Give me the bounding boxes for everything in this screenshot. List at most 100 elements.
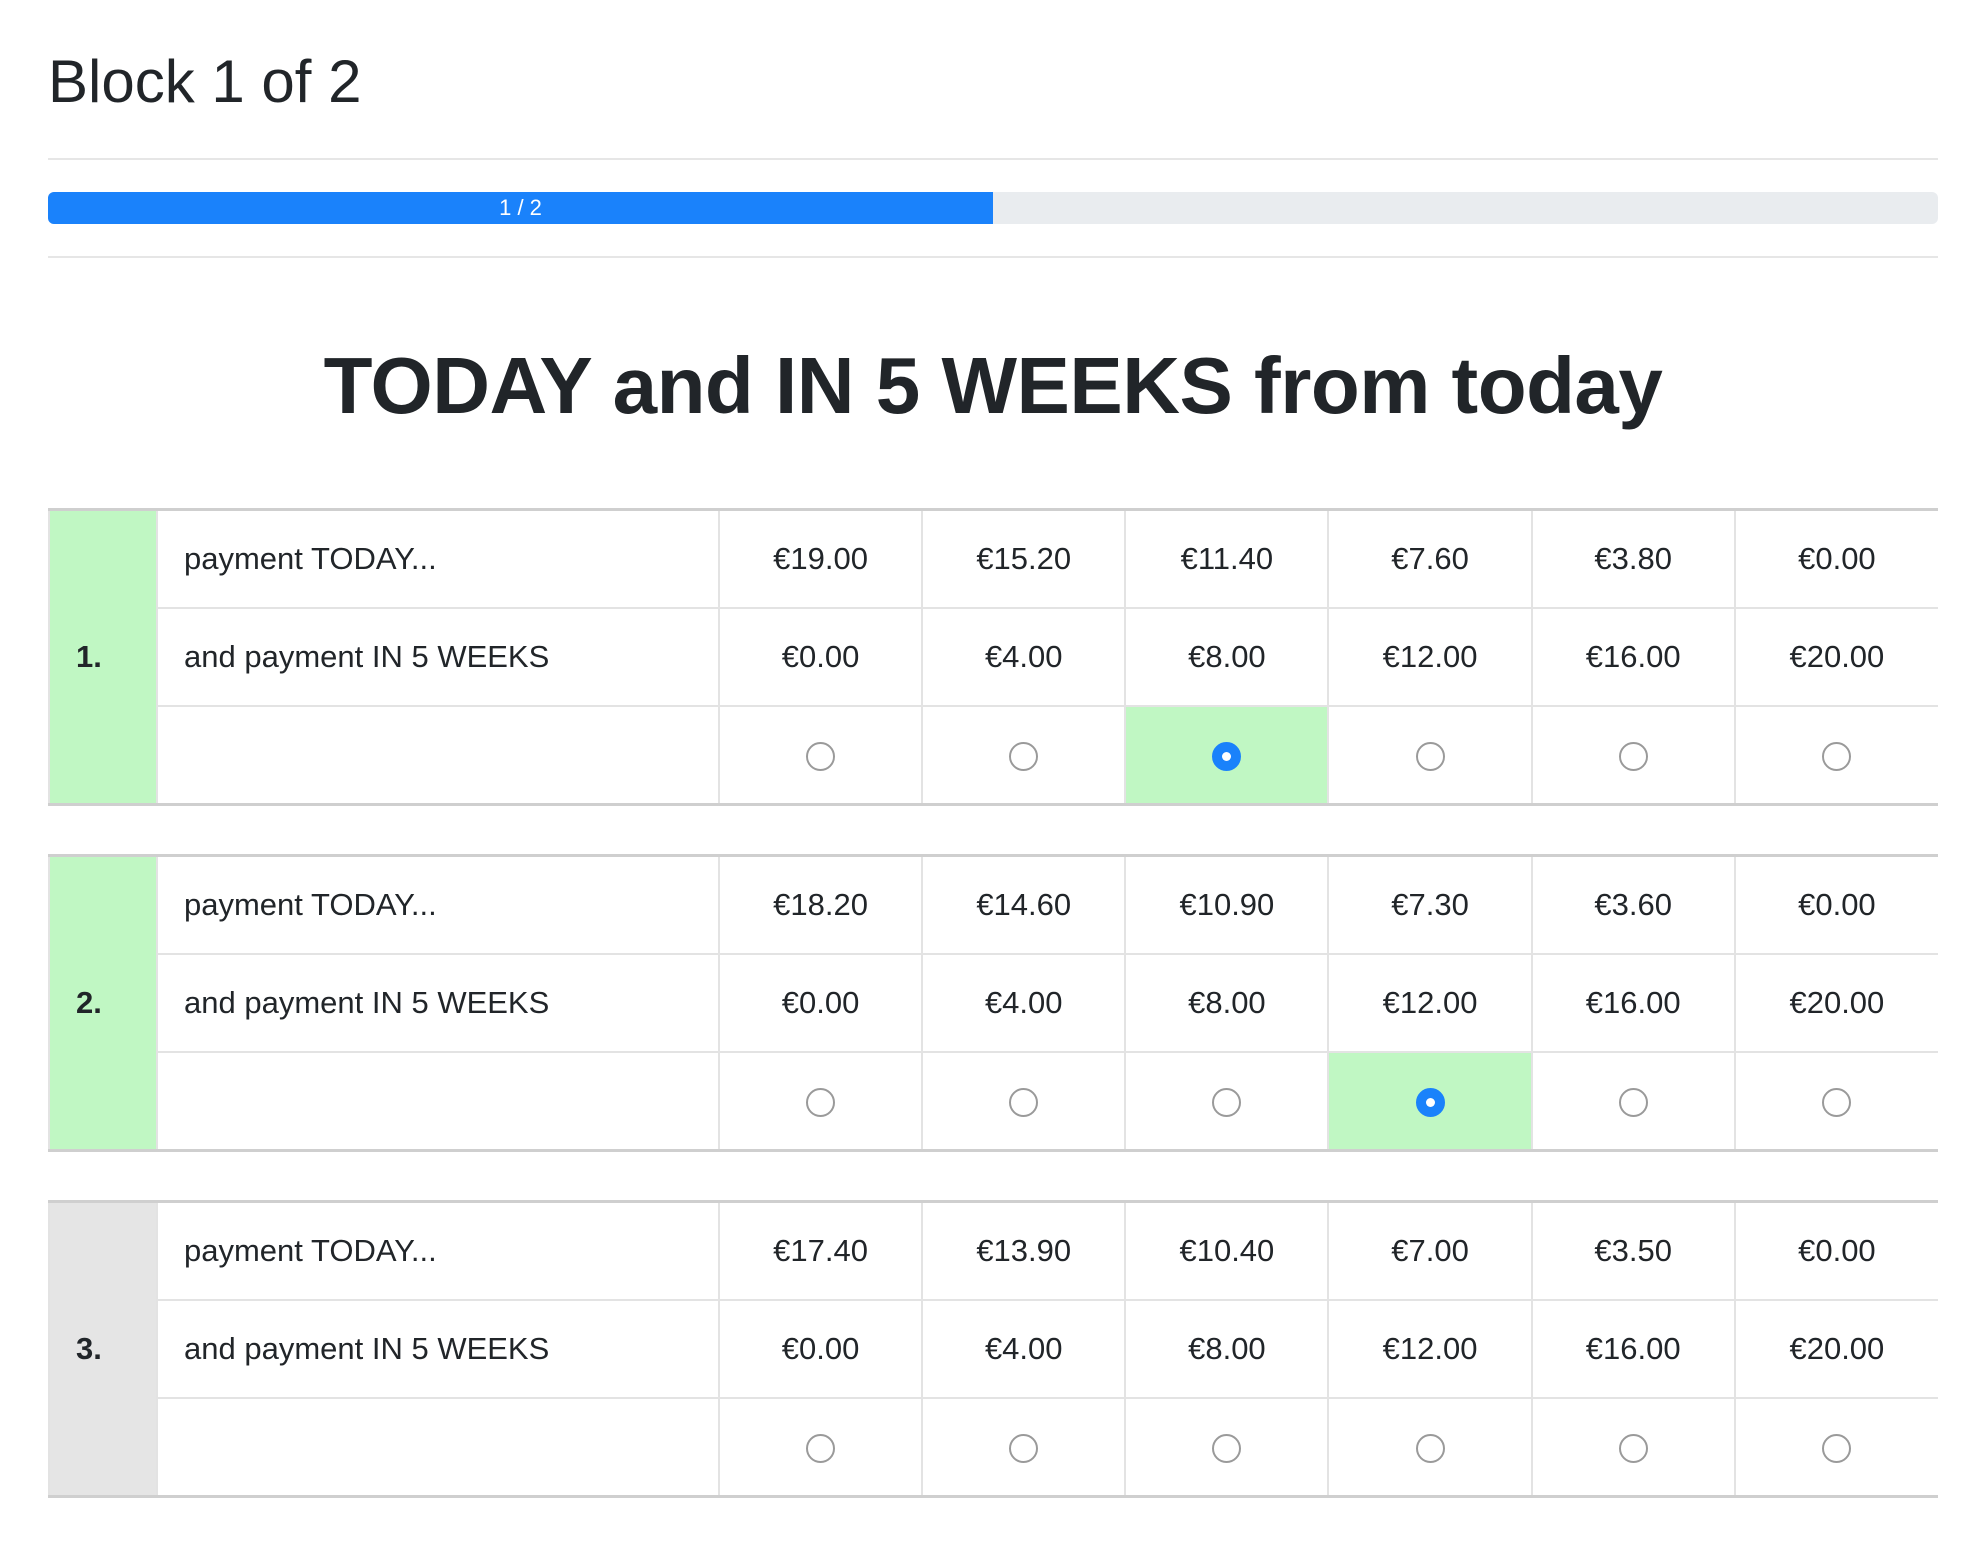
choice-cell[interactable] xyxy=(717,705,924,805)
page-heading: TODAY and IN 5 WEEKS from today xyxy=(323,341,1663,430)
row-today: 3. payment TODAY... €17.40 €13.90 €10.40 €7.0… xyxy=(48,1201,1938,1498)
choice-cell[interactable] xyxy=(1124,705,1330,805)
question-number: 3. xyxy=(48,1201,158,1498)
divider xyxy=(48,158,1938,160)
radio-button[interactable] xyxy=(1212,1434,1242,1464)
empty-label-cell xyxy=(156,1397,720,1497)
radio-button[interactable] xyxy=(1618,1434,1648,1464)
choice-cell[interactable] xyxy=(1530,705,1736,805)
row-later: and payment IN 5 WEEKS €0.00 €4.00 €8.00 €12… xyxy=(49,607,1938,707)
row-later: and payment IN 5 WEEKS €0.00 €4.00 €8.00 €12… xyxy=(49,953,1938,1053)
progress-bar-fill: 1 / 2 xyxy=(48,192,993,224)
row-label-later: and payment IN 5 WEEKS xyxy=(156,607,720,707)
amount-today: €0.00 xyxy=(1733,1201,1938,1301)
amount-today: €7.60 xyxy=(1327,509,1533,609)
radio-button[interactable] xyxy=(806,742,836,772)
choice-cell[interactable] xyxy=(921,1397,1127,1497)
empty-label-cell xyxy=(156,705,720,805)
progress-label: 1 / 2 xyxy=(499,195,542,220)
survey-page: Block 1 of 2 1 / 2 TODAY and IN 5 WEEKS … xyxy=(48,0,1938,1546)
amount-today: €0.00 xyxy=(1733,855,1938,955)
amount-later: €4.00 xyxy=(921,1299,1127,1399)
row-choices xyxy=(49,1051,1938,1151)
choice-cell[interactable] xyxy=(1327,705,1533,805)
radio-button-selected[interactable] xyxy=(1415,1088,1445,1118)
question-table: 2. payment TODAY... €18.20 €14.60 €10.90 €7.3… xyxy=(48,854,1938,1152)
radio-button[interactable] xyxy=(806,1088,836,1118)
amount-later: €20.00 xyxy=(1733,953,1938,1053)
amount-later: €0.00 xyxy=(717,953,924,1053)
question-number: 1. xyxy=(48,509,158,806)
block-title: Block 1 of 2 xyxy=(48,48,362,115)
row-label-later: and payment IN 5 WEEKS xyxy=(156,1299,720,1399)
row-today: 1. payment TODAY... €19.00 €15.20 €11.40 €7.6… xyxy=(48,509,1938,806)
choice-cell[interactable] xyxy=(1733,705,1938,805)
amount-today: €7.30 xyxy=(1327,855,1533,955)
amount-today: €10.90 xyxy=(1124,855,1330,955)
choice-cell[interactable] xyxy=(1733,1051,1938,1151)
amount-later: €16.00 xyxy=(1530,953,1736,1053)
amount-later: €0.00 xyxy=(717,607,924,707)
amount-later: €12.00 xyxy=(1327,953,1533,1053)
amount-later: €8.00 xyxy=(1124,607,1330,707)
radio-button[interactable] xyxy=(1415,1434,1445,1464)
amount-today: €14.60 xyxy=(921,855,1127,955)
amount-today: €3.50 xyxy=(1530,1201,1736,1301)
choice-cell[interactable] xyxy=(1124,1051,1330,1151)
row-label-today: payment TODAY... xyxy=(156,509,720,609)
amount-today: €13.90 xyxy=(921,1201,1127,1301)
amount-later: €8.00 xyxy=(1124,1299,1330,1399)
row-label-later: and payment IN 5 WEEKS xyxy=(156,953,720,1053)
radio-button[interactable] xyxy=(1009,742,1039,772)
radio-button[interactable] xyxy=(1212,1088,1242,1118)
progress-bar: 1 / 2 xyxy=(48,192,1938,224)
amount-later: €4.00 xyxy=(921,607,1127,707)
amount-later: €12.00 xyxy=(1327,1299,1533,1399)
choice-cell[interactable] xyxy=(1327,1051,1533,1151)
radio-button[interactable] xyxy=(1009,1088,1039,1118)
question-list: 1. payment TODAY... €19.00 €15.20 €11.40 €7.6… xyxy=(48,508,1938,1498)
amount-today: €18.20 xyxy=(717,855,924,955)
amount-later: €12.00 xyxy=(1327,607,1533,707)
radio-button[interactable] xyxy=(1822,1088,1852,1118)
radio-button[interactable] xyxy=(1822,742,1852,772)
amount-today: €0.00 xyxy=(1733,509,1938,609)
amount-later: €4.00 xyxy=(921,953,1127,1053)
choice-cell[interactable] xyxy=(717,1051,924,1151)
amount-later: €8.00 xyxy=(1124,953,1330,1053)
amount-today: €15.20 xyxy=(921,509,1127,609)
choice-cell[interactable] xyxy=(1530,1397,1736,1497)
amount-today: €10.40 xyxy=(1124,1201,1330,1301)
choice-cell[interactable] xyxy=(1327,1397,1533,1497)
row-label-today: payment TODAY... xyxy=(156,1201,720,1301)
question-table: 1. payment TODAY... €19.00 €15.20 €11.40 €7.6… xyxy=(48,508,1938,806)
amount-today: €19.00 xyxy=(717,509,924,609)
choice-cell[interactable] xyxy=(1124,1397,1330,1497)
row-later: and payment IN 5 WEEKS €0.00 €4.00 €8.00 €12… xyxy=(49,1299,1938,1399)
choice-cell[interactable] xyxy=(1733,1397,1938,1497)
amount-today: €3.60 xyxy=(1530,855,1736,955)
amount-later: €0.00 xyxy=(717,1299,924,1399)
radio-button-selected[interactable] xyxy=(1212,742,1242,772)
row-choices xyxy=(49,1397,1938,1497)
row-choices xyxy=(49,705,1938,805)
choice-cell[interactable] xyxy=(717,1397,924,1497)
amount-today: €17.40 xyxy=(717,1201,924,1301)
amount-later: €20.00 xyxy=(1733,607,1938,707)
radio-button[interactable] xyxy=(1415,742,1445,772)
amount-today: €11.40 xyxy=(1124,509,1330,609)
amount-today: €3.80 xyxy=(1530,509,1736,609)
radio-button[interactable] xyxy=(1822,1434,1852,1464)
radio-button[interactable] xyxy=(1618,1088,1648,1118)
row-label-today: payment TODAY... xyxy=(156,855,720,955)
choice-cell[interactable] xyxy=(1530,1051,1736,1151)
choice-cell[interactable] xyxy=(921,705,1127,805)
question-table: 3. payment TODAY... €17.40 €13.90 €10.40 €7.0… xyxy=(48,1200,1938,1498)
radio-button[interactable] xyxy=(806,1434,836,1464)
amount-later: €20.00 xyxy=(1733,1299,1938,1399)
amount-later: €16.00 xyxy=(1530,1299,1736,1399)
radio-button[interactable] xyxy=(1618,742,1648,772)
amount-today: €7.00 xyxy=(1327,1201,1533,1301)
choice-cell[interactable] xyxy=(921,1051,1127,1151)
radio-button[interactable] xyxy=(1009,1434,1039,1464)
